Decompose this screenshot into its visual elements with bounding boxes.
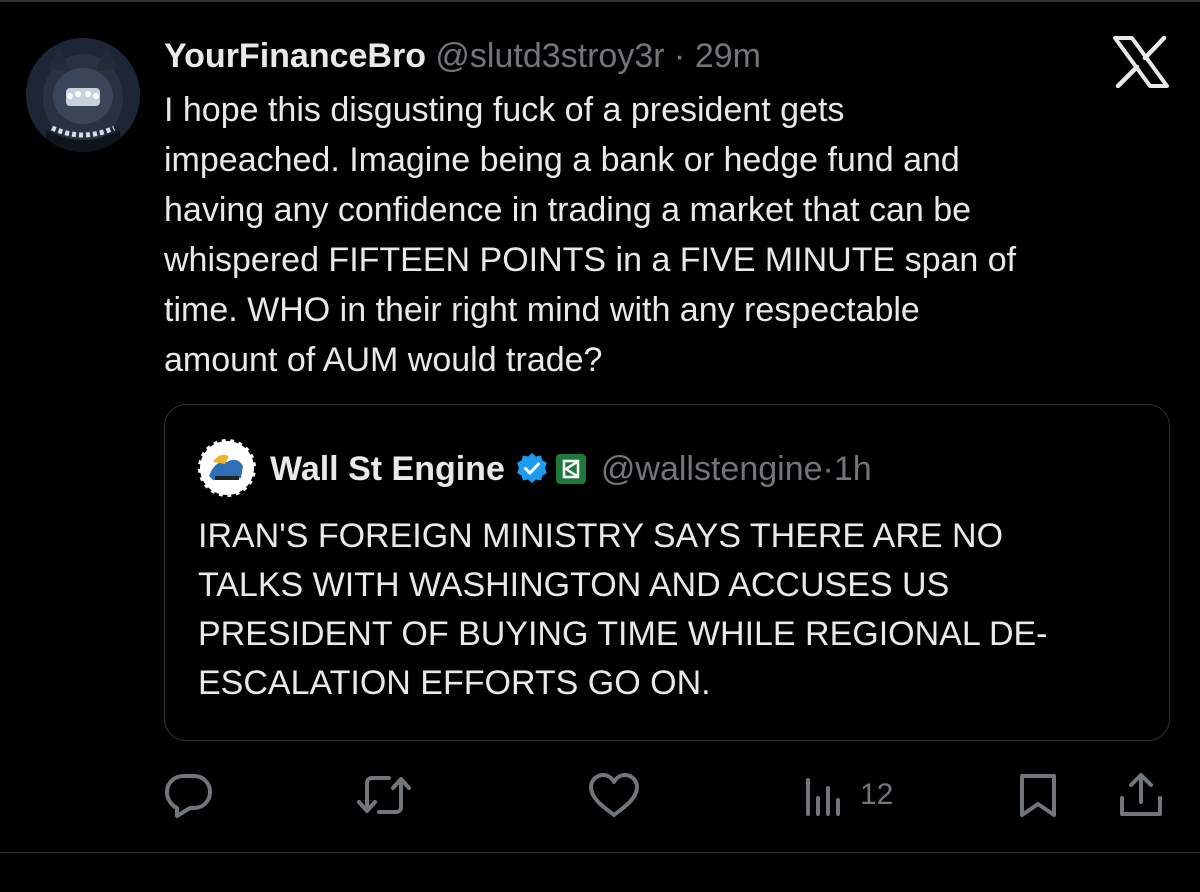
share-icon bbox=[1120, 773, 1162, 816]
quoted-text-line: TALKS WITH WASHINGTON AND ACCUSES US bbox=[198, 566, 950, 604]
quoted-header-separator: · bbox=[822, 450, 834, 488]
tweet-text-line: whispered FIFTEEN POINTS in a FIVE MINUT… bbox=[164, 241, 1017, 279]
share-button[interactable] bbox=[1116, 770, 1166, 820]
tweet-text-line: impeached. Imagine being a bank or hedge… bbox=[164, 141, 960, 179]
avatar-image bbox=[26, 38, 140, 152]
quoted-tweet-header: Wall St Engine @wallstengine · 1h bbox=[270, 445, 872, 493]
quoted-text-line: ESCALATION EFFORTS GO ON. bbox=[198, 664, 711, 702]
views-button[interactable]: 12 bbox=[802, 770, 893, 820]
retweet-icon bbox=[357, 776, 411, 814]
affiliate-badge-icon bbox=[555, 454, 586, 484]
quoted-handle[interactable]: @wallstengine bbox=[601, 445, 823, 493]
tweet-timestamp[interactable]: 29m bbox=[695, 37, 761, 75]
author-display-name[interactable]: YourFinanceBro bbox=[164, 37, 426, 75]
tweet-header: YourFinanceBro @slutd3stroy3r · 29m bbox=[164, 34, 761, 78]
quoted-display-name[interactable]: Wall St Engine bbox=[270, 445, 505, 493]
quoted-text-line: PRESIDENT OF BUYING TIME WHILE REGIONAL … bbox=[198, 615, 1048, 653]
quoted-author-avatar[interactable] bbox=[195, 436, 259, 500]
quoted-tweet-text: IRAN'S FOREIGN MINISTRY SAYS THERE ARE N… bbox=[198, 512, 1148, 708]
tweet-text-line: I hope this disgusting fuck of a preside… bbox=[164, 91, 845, 129]
bookmark-button[interactable] bbox=[1016, 770, 1060, 820]
author-handle[interactable]: @slutd3stroy3r bbox=[435, 37, 664, 75]
like-icon bbox=[589, 773, 639, 817]
x-logo-icon bbox=[1112, 35, 1170, 89]
header-separator: · bbox=[674, 37, 686, 75]
author-avatar[interactable] bbox=[26, 38, 140, 152]
top-divider bbox=[0, 0, 1200, 2]
views-icon bbox=[806, 778, 840, 816]
bottom-divider bbox=[0, 852, 1200, 853]
retweet-button[interactable] bbox=[356, 770, 412, 820]
like-button[interactable] bbox=[586, 770, 642, 820]
reply-icon bbox=[165, 774, 212, 818]
tweet-text-line: having any confidence in trading a marke… bbox=[164, 191, 972, 229]
tweet-text-line: time. WHO in their right mind with any r… bbox=[164, 291, 920, 329]
quoted-text-line: IRAN'S FOREIGN MINISTRY SAYS THERE ARE N… bbox=[198, 517, 1004, 555]
quoted-timestamp[interactable]: 1h bbox=[834, 445, 872, 493]
tweet-text-line: amount of AUM would trade? bbox=[164, 341, 603, 379]
tweet-action-bar: 12 bbox=[0, 760, 1200, 830]
bookmark-icon bbox=[1020, 774, 1056, 817]
tweet-text: I hope this disgusting fuck of a preside… bbox=[164, 85, 1164, 385]
views-count: 12 bbox=[860, 778, 894, 811]
verified-badge-icon bbox=[516, 453, 547, 483]
reply-button[interactable] bbox=[163, 770, 215, 820]
